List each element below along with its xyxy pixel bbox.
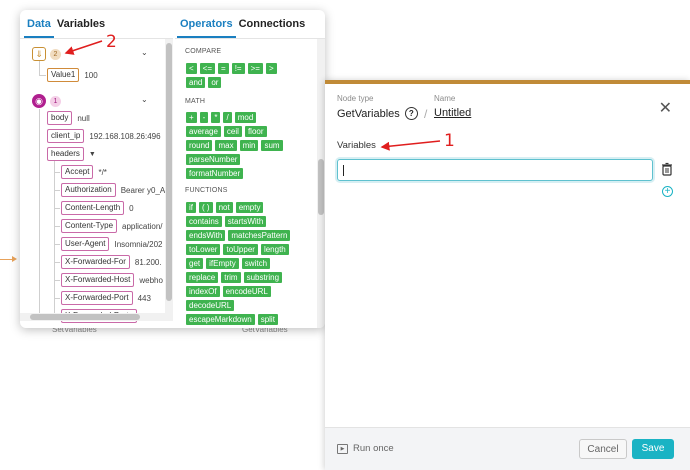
annotation-number-2: 2 — [106, 32, 117, 52]
annotation-arrow-2 — [64, 40, 103, 55]
annotation-arrows — [64, 40, 441, 151]
annotation-arrow-1 — [380, 140, 441, 151]
annotation-number-1: 1 — [444, 131, 455, 151]
